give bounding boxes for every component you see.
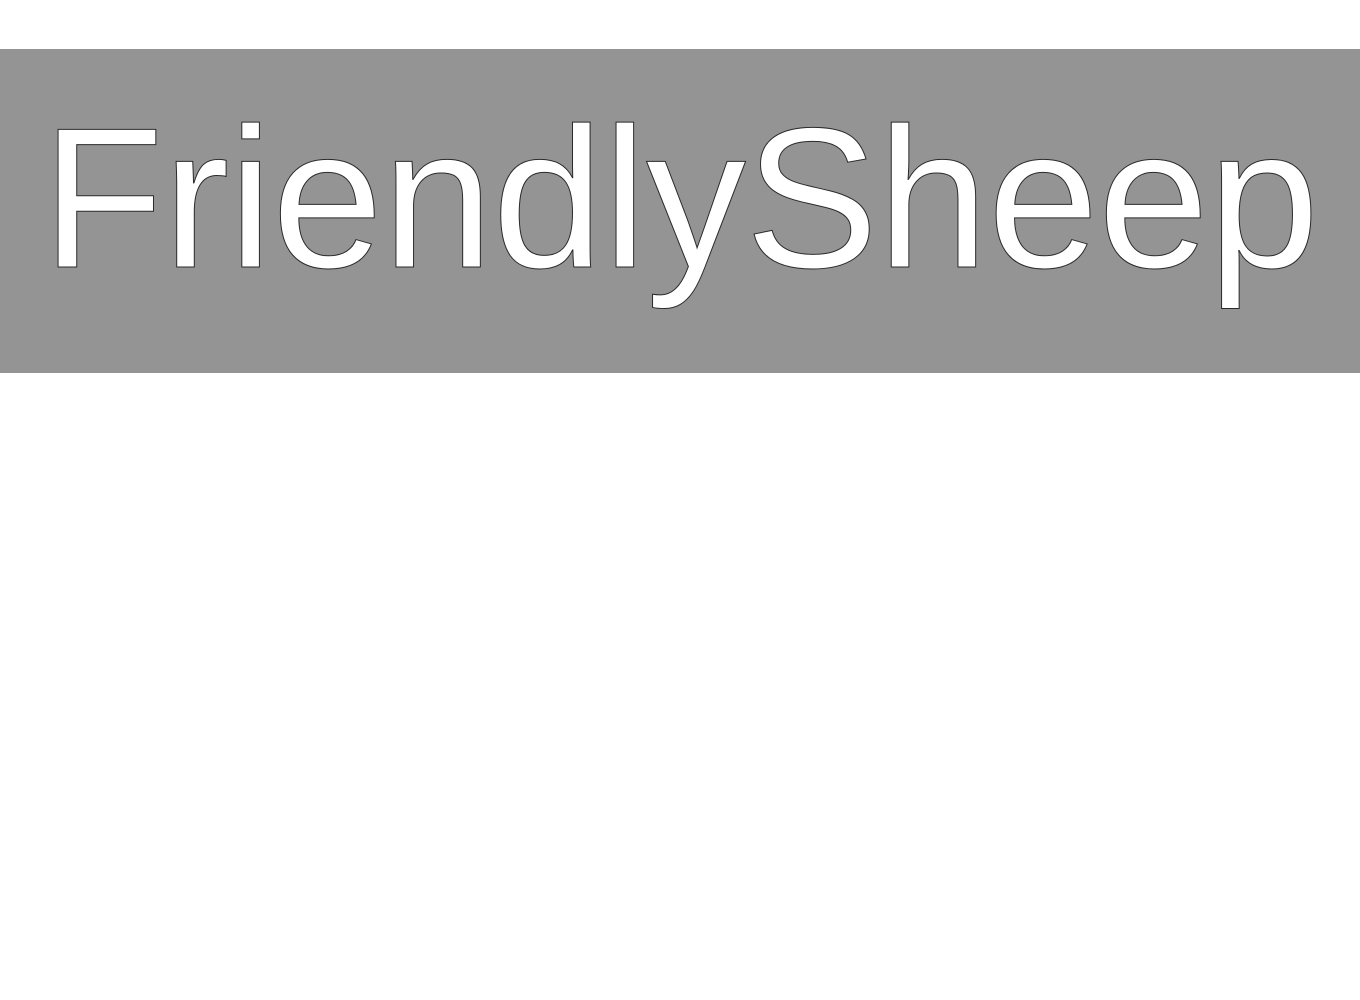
page-content-area [0,373,1360,1000]
site-title: FriendlySheep [41,87,1320,310]
header-banner: FriendlySheep [0,49,1360,373]
